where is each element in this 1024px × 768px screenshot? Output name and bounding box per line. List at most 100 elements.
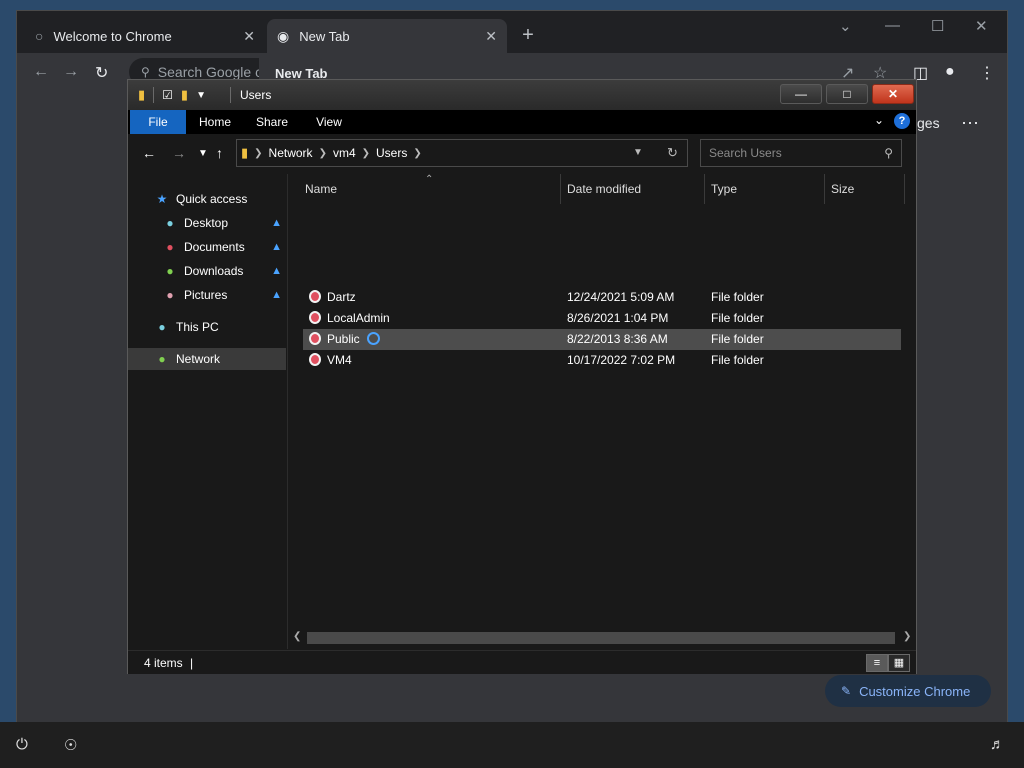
minimize-icon[interactable]: — [885,17,900,34]
chevron-right-icon[interactable]: ❯ [254,148,262,159]
documents-icon: ● [166,240,174,254]
volume-icon[interactable]: ♬ [990,736,1005,753]
pin-icon[interactable]: ▲ [271,217,282,229]
network-drive-icon: ▮ [138,87,146,102]
tab-title: Welcome to Chrome [53,28,172,44]
back-icon[interactable]: ← [142,145,156,161]
details-view-button[interactable]: ≡ [866,654,888,672]
reload-icon[interactable]: ↻ [95,63,108,83]
computer-icon: ● [158,320,166,334]
horizontal-scrollbar[interactable]: ❮ ❯ [289,629,916,647]
tab-welcome[interactable]: ○ Welcome to Chrome ✕ [25,19,265,53]
forward-icon[interactable]: → [172,145,186,161]
close-button[interactable]: ✕ [872,84,914,104]
new-tab-button[interactable]: + [517,25,539,47]
sort-ascending-icon: ⌃ [425,174,434,185]
close-tab-icon[interactable]: ✕ [485,28,497,45]
forward-icon[interactable]: → [63,63,79,81]
nav-label: Desktop [184,216,229,230]
maximize-icon[interactable]: ☐ [931,17,944,35]
file-date: 10/17/2022 7:02 PM [567,353,676,367]
ribbon-tab-share[interactable]: Share [246,110,298,134]
breadcrumb-users[interactable]: Users [376,146,407,160]
ribbon-tab-view[interactable]: View [304,110,354,134]
star-icon: ★ [156,192,168,206]
address-bar[interactable]: ▮ ❯ Network ❯ vm4 ❯ Users ❯ ▼ ↻ [236,139,688,167]
nav-item-downloads[interactable]: ● Downloads ▲ [128,260,286,282]
ribbon-tab-file[interactable]: File [130,110,186,134]
user-folder-icon [309,311,321,324]
menu-icon[interactable]: ⋮ [979,63,995,83]
nav-item-pictures[interactable]: ● Pictures ▲ [128,284,286,306]
refresh-icon[interactable]: ↻ [667,145,678,161]
up-icon[interactable]: ↑ [216,145,223,161]
nav-item-network[interactable]: ● Network [128,348,286,370]
chevron-right-icon[interactable]: ❯ [319,148,327,159]
scroll-left-icon[interactable]: ❮ [293,631,301,642]
ribbon-tab-home[interactable]: Home [190,110,240,134]
help-icon[interactable]: ? [894,113,910,129]
file-type: File folder [711,332,764,346]
tab-new-tab[interactable]: ◉ New Tab ✕ [267,19,507,53]
file-list: Name ⌃ Date modified Type Size Dartz 12/… [289,174,916,649]
column-header-size[interactable]: Size [825,174,905,204]
nav-item-this-pc[interactable]: ● This PC [128,316,286,338]
network-drive-icon: ▮ [241,145,249,160]
column-header-type[interactable]: Type [705,174,825,204]
tab-search-icon[interactable]: ⌄ [839,17,852,35]
new-folder-icon[interactable]: ▮ [181,87,188,103]
table-row-selected[interactable]: Public 8/22/2013 8:36 AM File folder [303,329,901,350]
pin-icon[interactable]: ▲ [271,241,282,253]
pin-icon[interactable]: ▲ [271,265,282,277]
user-folder-icon [309,332,321,345]
profile-icon[interactable]: ● [945,63,955,81]
large-icons-view-button[interactable]: ▦ [888,654,910,672]
tab-strip: ○ Welcome to Chrome ✕ ◉ New Tab ✕ + ⌄ — … [17,11,1007,53]
chevron-right-icon[interactable]: ❯ [413,148,421,159]
item-count: 4 items [144,656,183,670]
search-box[interactable]: Search Users ⚲ [700,139,902,167]
customize-label: Customize Chrome [859,683,971,699]
customize-qat-icon[interactable]: ▼ [196,90,206,101]
minimize-button[interactable]: — [780,84,822,104]
chevron-right-icon[interactable]: ❯ [362,148,370,159]
nav-label: Pictures [184,288,228,302]
maximize-button[interactable]: □ [826,84,868,104]
omnibox-placeholder: Search Google c [157,64,263,80]
table-row[interactable]: VM4 10/17/2022 7:02 PM File folder [303,350,901,371]
breadcrumb-network[interactable]: Network [269,146,313,160]
file-name: LocalAdmin [327,311,390,325]
table-row[interactable]: LocalAdmin 8/26/2021 1:04 PM File folder [303,308,901,329]
power-icon[interactable]: ⏻ [16,736,28,753]
user-folder-icon [309,353,321,366]
apps-grid-icon[interactable]: ⋯ [961,113,979,134]
back-icon[interactable]: ← [33,63,49,81]
chevron-down-icon[interactable]: ▼ [633,147,643,158]
table-row[interactable]: Dartz 12/24/2021 5:09 AM File folder [303,287,901,308]
nav-item-desktop[interactable]: ● Desktop ▲ [128,212,286,234]
microphone-icon[interactable]: ☉ [64,736,77,754]
close-icon[interactable]: ✕ [975,17,988,35]
scroll-right-icon[interactable]: ❯ [903,631,911,642]
status-divider: | [190,656,194,670]
close-tab-icon[interactable]: ✕ [243,28,255,45]
expand-ribbon-icon[interactable]: ⌄ [874,113,884,127]
file-name: Public [327,332,360,346]
nav-item-documents[interactable]: ● Documents ▲ [128,236,286,258]
column-header-date[interactable]: Date modified [561,174,705,204]
desktop-icon: ● [166,216,174,230]
file-name: Dartz [327,290,356,304]
customize-chrome-button[interactable]: ✎ Customize Chrome [825,675,991,707]
scrollbar-thumb[interactable] [307,632,895,644]
file-type: File folder [711,311,764,325]
nav-label: Downloads [184,264,244,278]
pin-icon[interactable]: ▲ [271,289,282,301]
nav-label: Network [176,352,221,366]
nav-label: Quick access [176,192,248,206]
nav-item-quick-access[interactable]: ★ Quick access [128,188,286,210]
pencil-icon: ✎ [841,684,852,698]
images-link[interactable]: ges [917,115,940,131]
breadcrumb-vm4[interactable]: vm4 [333,146,356,160]
recent-locations-icon[interactable]: ▼ [198,148,208,159]
properties-icon[interactable]: ☑ [162,88,173,102]
